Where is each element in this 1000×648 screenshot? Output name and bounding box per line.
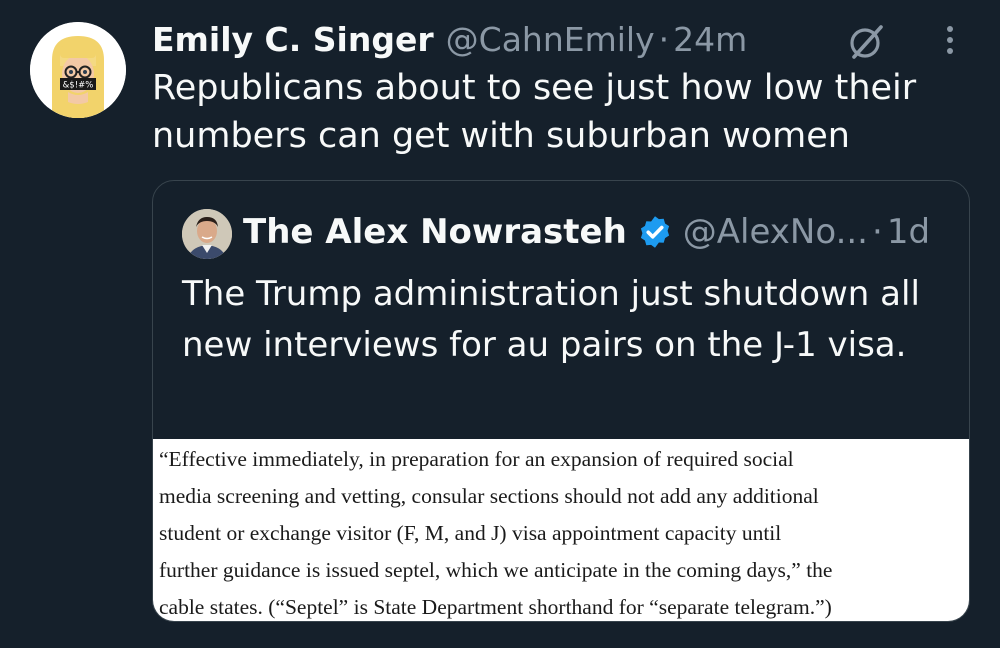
verified-badge-icon bbox=[640, 216, 669, 248]
image-text-line: media screening and vetting, consular se… bbox=[159, 484, 819, 508]
image-text-line: “Effective immediately, in preparation f… bbox=[159, 447, 794, 471]
quoted-author-avatar[interactable] bbox=[182, 209, 232, 259]
author-avatar[interactable]: &$!#% bbox=[30, 22, 126, 118]
header-separator: · bbox=[658, 19, 670, 59]
quoted-tweet-header: The Alex Nowrasteh @AlexNo... · 1d bbox=[243, 207, 930, 257]
author-name[interactable]: Emily C. Singer bbox=[152, 20, 434, 59]
memoji-avatar-image: &$!#% bbox=[30, 22, 126, 118]
tweet-timestamp[interactable]: 24m bbox=[673, 20, 747, 59]
image-text-line: further guidance is issued septel, which… bbox=[159, 558, 833, 582]
avatar-censor-text: &$!#% bbox=[63, 81, 94, 91]
quoted-tweet-image[interactable]: “Effective immediately, in preparation f… bbox=[153, 439, 969, 621]
quoted-avatar-image bbox=[182, 209, 232, 259]
tweet[interactable]: &$!#% Emily C. Singer @CahnEmily · 24m R… bbox=[0, 0, 1000, 648]
more-icon[interactable] bbox=[938, 22, 962, 58]
image-text-line: student or exchange visitor (F, M, and J… bbox=[159, 521, 782, 545]
quoted-tweet-card[interactable]: The Alex Nowrasteh @AlexNo... · 1d The T… bbox=[152, 180, 970, 622]
tweet-header: Emily C. Singer @CahnEmily · 24m bbox=[152, 16, 747, 62]
quoted-author-name[interactable]: The Alex Nowrasteh bbox=[243, 212, 627, 252]
quoted-author-handle[interactable]: @AlexNo... bbox=[683, 212, 868, 252]
quoted-header-separator: · bbox=[872, 212, 883, 252]
tweet-text: Republicans about to see just how low th… bbox=[152, 68, 917, 156]
image-text-line: cable states. (“Septel” is State Departm… bbox=[159, 595, 832, 619]
grok-icon[interactable] bbox=[846, 20, 888, 62]
quoted-tweet-timestamp[interactable]: 1d bbox=[887, 212, 930, 252]
quoted-tweet-text: The Trump administration just shutdown a… bbox=[182, 274, 920, 365]
author-handle[interactable]: @CahnEmily bbox=[446, 20, 655, 59]
